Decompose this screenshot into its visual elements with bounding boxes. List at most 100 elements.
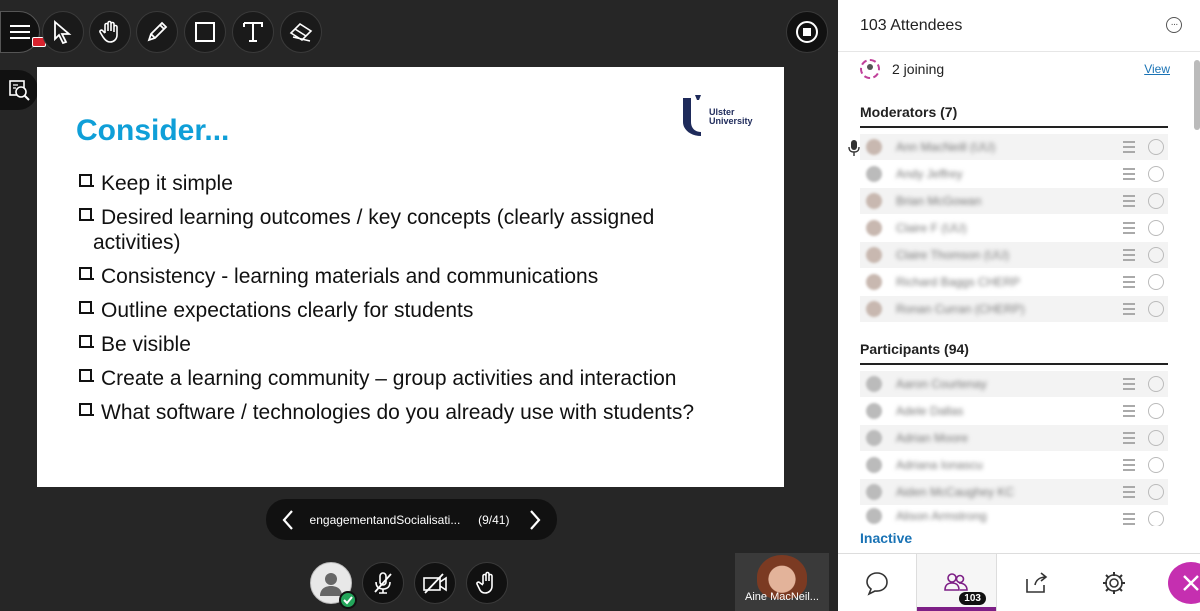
- tab-chat[interactable]: [838, 554, 916, 611]
- raise-hand-icon: [476, 571, 493, 594]
- chat-icon[interactable]: [1123, 513, 1135, 525]
- menu-icon: [10, 25, 30, 39]
- ulster-university-logo: Ulster University: [681, 94, 761, 138]
- avatar: [866, 247, 882, 263]
- camera-muted-icon: [423, 573, 447, 594]
- chat-icon[interactable]: [1123, 276, 1135, 288]
- more-options-icon[interactable]: [1148, 430, 1164, 446]
- more-options-icon[interactable]: [1148, 274, 1164, 290]
- more-options-icon[interactable]: ···: [1166, 17, 1182, 33]
- camera-button[interactable]: [414, 562, 456, 604]
- avatar: [866, 220, 882, 236]
- more-options-icon[interactable]: [1148, 166, 1164, 182]
- chat-bubble-icon: [866, 571, 888, 596]
- chevron-right-icon: [530, 509, 541, 530]
- microphone-muted-icon: [374, 572, 392, 594]
- more-options-icon[interactable]: [1148, 484, 1164, 500]
- tab-attendees[interactable]: 103: [916, 554, 997, 611]
- more-options-icon[interactable]: [1148, 247, 1164, 263]
- list-item[interactable]: Aiden McCaughey KC: [860, 479, 1168, 505]
- select-tool-button[interactable]: [42, 11, 84, 53]
- list-item[interactable]: Adele Dallas: [860, 398, 1168, 424]
- chat-icon[interactable]: [1123, 378, 1135, 390]
- slide-bullet: Keep it simple: [77, 171, 757, 196]
- text-tool-button[interactable]: [232, 11, 274, 53]
- avatar: [866, 484, 882, 500]
- list-item[interactable]: Claire F (UU): [860, 215, 1168, 241]
- chat-icon[interactable]: [1123, 168, 1135, 180]
- status-check-icon: [339, 591, 357, 609]
- list-item[interactable]: Adriana Ionascu: [860, 452, 1168, 478]
- more-options-icon[interactable]: [1148, 139, 1164, 155]
- avatar: [866, 457, 882, 473]
- more-options-icon[interactable]: [1148, 511, 1164, 526]
- share-icon: [1025, 571, 1047, 593]
- pen-tool-button[interactable]: [136, 11, 178, 53]
- next-slide-button[interactable]: [513, 499, 557, 540]
- stop-sharing-button[interactable]: [786, 11, 828, 53]
- chat-icon[interactable]: [1123, 249, 1135, 261]
- avatar: [866, 301, 882, 317]
- session-stage: Consider... Ulster University Keep it sim…: [0, 0, 838, 611]
- chat-icon[interactable]: [1123, 141, 1135, 153]
- inactive-section-toggle[interactable]: Inactive: [860, 530, 912, 546]
- list-item[interactable]: Brian McGowan: [860, 188, 1168, 214]
- microphone-button[interactable]: [362, 562, 404, 604]
- view-joining-link[interactable]: View: [1144, 62, 1170, 76]
- more-options-icon[interactable]: [1148, 403, 1164, 419]
- chevron-left-icon: [282, 509, 293, 530]
- microphone-icon: [848, 140, 860, 156]
- slide-bullet-list: Keep it simple Desired learning outcomes…: [77, 171, 757, 434]
- participant-video-tile[interactable]: Aine MacNeil...: [735, 553, 829, 611]
- find-content-button[interactable]: [0, 70, 38, 110]
- more-options-icon[interactable]: [1148, 220, 1164, 236]
- list-item[interactable]: Claire Thomson (UU): [860, 242, 1168, 268]
- chat-icon[interactable]: [1123, 405, 1135, 417]
- slide-bullet: Desired learning outcomes / key concepts…: [77, 205, 757, 255]
- more-options-icon[interactable]: [1148, 301, 1164, 317]
- chat-icon[interactable]: [1123, 432, 1135, 444]
- more-options-icon[interactable]: [1148, 457, 1164, 473]
- list-item[interactable]: Ann MacNeill (UU): [860, 134, 1168, 160]
- text-icon: [243, 22, 263, 42]
- list-item[interactable]: Andy Jeffrey: [860, 161, 1168, 187]
- more-options-icon[interactable]: [1148, 193, 1164, 209]
- tab-share-content[interactable]: [997, 554, 1075, 611]
- list-item[interactable]: Adrian Moore: [860, 425, 1168, 451]
- previous-slide-button[interactable]: [266, 499, 310, 540]
- slide-title: Consider...: [76, 114, 230, 147]
- avatar: [866, 274, 882, 290]
- avatar: [866, 403, 882, 419]
- more-options-icon[interactable]: [1148, 376, 1164, 392]
- eraser-icon: [289, 22, 313, 42]
- participant-video-name: Aine MacNeil...: [745, 591, 819, 603]
- chat-icon[interactable]: [1123, 222, 1135, 234]
- shape-tool-button[interactable]: [184, 11, 226, 53]
- chat-icon[interactable]: [1123, 486, 1135, 498]
- list-item[interactable]: Richard Baggs CHERP: [860, 269, 1168, 295]
- panel-tabs: 103: [838, 553, 1200, 611]
- slide-file-name: engagementandSocialisati...: [309, 512, 461, 527]
- chat-icon[interactable]: [1123, 303, 1135, 315]
- pan-tool-button[interactable]: [89, 11, 131, 53]
- hand-icon: [99, 20, 118, 43]
- chat-icon[interactable]: [1123, 459, 1135, 471]
- slide-bullet: Be visible: [77, 332, 757, 357]
- list-item[interactable]: Ronan Curran (CHERP): [860, 296, 1168, 322]
- slide-position: (9/41): [478, 512, 510, 527]
- my-status-button[interactable]: [310, 562, 357, 609]
- eraser-tool-button[interactable]: [280, 11, 322, 53]
- gear-icon: [1102, 571, 1125, 594]
- joining-text: 2 joining: [892, 61, 945, 77]
- slide-bullet: What software / technologies do you alre…: [77, 400, 757, 425]
- chat-icon[interactable]: [1123, 195, 1135, 207]
- tab-settings[interactable]: [1075, 554, 1153, 611]
- slide-bullet: Outline expectations clearly for student…: [77, 298, 757, 323]
- rectangle-icon: [195, 22, 215, 42]
- avatar: [866, 376, 882, 392]
- list-item[interactable]: Alison Armstrong: [860, 506, 1168, 526]
- list-item[interactable]: Aaron Courtenay: [860, 371, 1168, 397]
- avatar: [866, 193, 882, 209]
- raise-hand-button[interactable]: [466, 562, 508, 604]
- panel-scrollbar[interactable]: [1194, 60, 1200, 130]
